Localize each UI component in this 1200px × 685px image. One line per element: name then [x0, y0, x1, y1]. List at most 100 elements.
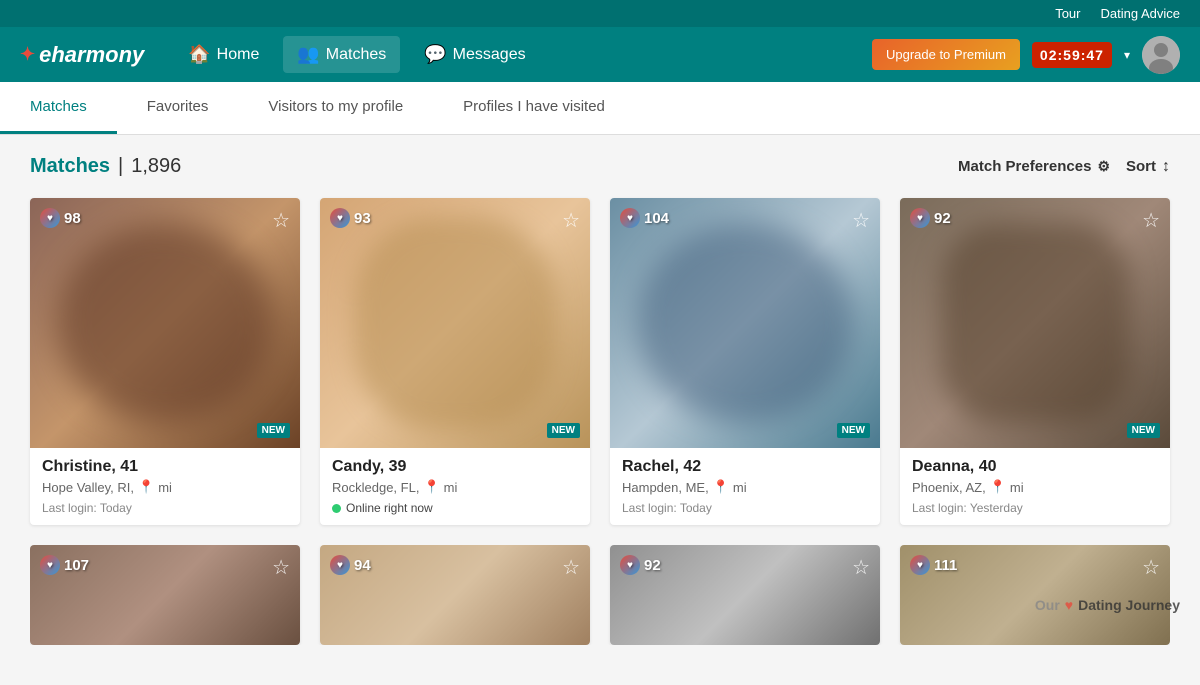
location-text-1: Rockledge, FL,: [332, 480, 419, 495]
heart-score-icon-r2-2: ♥: [620, 555, 640, 575]
location-pin-icon-3: 📍: [990, 479, 1006, 495]
profile-card-3[interactable]: ♥ 92 ☆ NEW Deanna, 40 Phoenix, AZ, 📍 mi …: [900, 198, 1170, 525]
card-info-3: Deanna, 40 Phoenix, AZ, 📍 mi Last login:…: [900, 448, 1170, 525]
card-login-3: Last login: Yesterday: [912, 501, 1158, 515]
card-score-1: ♥ 93: [330, 208, 371, 228]
card-score-r2-2: ♥ 92: [620, 555, 661, 575]
user-avatar[interactable]: [1142, 36, 1180, 74]
card-login-2: Last login: Today: [622, 501, 868, 515]
card-info-1: Candy, 39 Rockledge, FL, 📍 mi Online rig…: [320, 448, 590, 525]
card-location-2: Hampden, ME, 📍 mi: [622, 479, 868, 495]
logo: ✦ eharmony: [20, 42, 144, 68]
card-location-0: Hope Valley, RI, 📍 mi: [42, 479, 288, 495]
profile-card-1[interactable]: ♥ 93 ☆ NEW Candy, 39 Rockledge, FL, 📍 mi…: [320, 198, 590, 525]
score-value-0: 98: [64, 210, 81, 227]
nav-home[interactable]: 🏠 Home: [174, 36, 273, 73]
profile-card-r2-3[interactable]: ♥ 111 ☆: [900, 545, 1170, 645]
new-badge-0: NEW: [257, 423, 290, 438]
match-preferences-button[interactable]: Match Preferences ⚙: [958, 158, 1110, 175]
profile-card-r2-0[interactable]: ♥ 107 ☆: [30, 545, 300, 645]
location-pin-icon-2: 📍: [713, 479, 729, 495]
card-name-2: Rachel, 42: [622, 458, 868, 476]
card-name-0: Christine, 41: [42, 458, 288, 476]
header-actions: Match Preferences ⚙ Sort ↕: [958, 158, 1170, 176]
heart-score-icon-r2-0: ♥: [40, 555, 60, 575]
card-star-r2-1[interactable]: ☆: [562, 555, 580, 580]
card-star-2[interactable]: ☆: [852, 208, 870, 233]
heart-score-icon-0: ♥: [40, 208, 60, 228]
distance-label-1: mi: [444, 480, 458, 495]
online-text-1: Online right now: [346, 501, 433, 515]
card-score-r2-0: ♥ 107: [40, 555, 89, 575]
profile-card-r2-1[interactable]: ♥ 94 ☆: [320, 545, 590, 645]
nav-matches[interactable]: 👥 Matches: [283, 36, 400, 73]
heart-score-icon-2: ♥: [620, 208, 640, 228]
secondary-nav: Matches Favorites Visitors to my profile…: [0, 82, 1200, 135]
card-location-3: Phoenix, AZ, 📍 mi: [912, 479, 1158, 495]
dating-advice-link[interactable]: Dating Advice: [1101, 6, 1181, 21]
score-value-r2-2: 92: [644, 557, 661, 574]
upgrade-button[interactable]: Upgrade to Premium: [872, 39, 1020, 70]
card-score-r2-1: ♥ 94: [330, 555, 371, 575]
score-value-1: 93: [354, 210, 371, 227]
distance-label-0: mi: [158, 480, 172, 495]
tour-link[interactable]: Tour: [1055, 6, 1080, 21]
countdown-timer: 02:59:47: [1032, 42, 1112, 68]
profile-card-r2-2[interactable]: ♥ 92 ☆: [610, 545, 880, 645]
nav-right: Upgrade to Premium 02:59:47 ▾: [872, 36, 1180, 74]
score-value-r2-3: 111: [934, 557, 957, 574]
messages-icon: 💬: [424, 44, 446, 65]
tab-matches[interactable]: Matches: [0, 82, 117, 134]
matches-count: 1,896: [131, 155, 181, 178]
profile-cards-row2: ♥ 107 ☆ ♥ 94 ☆ ♥ 92: [30, 545, 1170, 645]
profile-card-2[interactable]: ♥ 104 ☆ NEW Rachel, 42 Hampden, ME, 📍 mi…: [610, 198, 880, 525]
logo-text: eharmony: [39, 42, 144, 68]
main-nav: 🏠 Home 👥 Matches 💬 Messages: [174, 36, 872, 73]
location-text-0: Hope Valley, RI,: [42, 480, 134, 495]
card-score-3: ♥ 92: [910, 208, 951, 228]
nav-messages[interactable]: 💬 Messages: [410, 36, 539, 73]
card-image-r2-0: ♥ 107 ☆: [30, 545, 300, 645]
card-image-r2-3: ♥ 111 ☆: [900, 545, 1170, 645]
heart-score-icon-1: ♥: [330, 208, 350, 228]
distance-label-2: mi: [733, 480, 747, 495]
sort-icon: ↕: [1162, 158, 1170, 176]
card-score-r2-3: ♥ 111: [910, 555, 957, 575]
card-star-r2-2[interactable]: ☆: [852, 555, 870, 580]
user-dropdown-arrow[interactable]: ▾: [1124, 48, 1130, 62]
matches-header: Matches | 1,896 Match Preferences ⚙ Sort…: [30, 155, 1170, 178]
heart-score-icon-r2-3: ♥: [910, 555, 930, 575]
watermark-text: Dating Journey: [1078, 597, 1180, 613]
watermark: Our ♥ Dating Journey: [1035, 597, 1180, 613]
online-dot-1: [332, 504, 341, 513]
score-value-2: 104: [644, 210, 669, 227]
card-info-2: Rachel, 42 Hampden, ME, 📍 mi Last login:…: [610, 448, 880, 525]
tab-visited[interactable]: Profiles I have visited: [433, 82, 635, 134]
location-pin-icon-1: 📍: [423, 479, 439, 495]
online-indicator-1: Online right now: [332, 501, 578, 515]
sort-button[interactable]: Sort ↕: [1126, 158, 1170, 176]
main-content: Matches | 1,896 Match Preferences ⚙ Sort…: [0, 135, 1200, 685]
card-image-r2-1: ♥ 94 ☆: [320, 545, 590, 645]
watermark-heart-icon: ♥: [1065, 597, 1073, 613]
score-value-r2-0: 107: [64, 557, 89, 574]
match-preferences-label: Match Preferences: [958, 158, 1091, 175]
card-star-r2-3[interactable]: ☆: [1142, 555, 1160, 580]
card-name-3: Deanna, 40: [912, 458, 1158, 476]
matches-title: Matches: [30, 155, 110, 178]
card-score-2: ♥ 104: [620, 208, 669, 228]
card-star-0[interactable]: ☆: [272, 208, 290, 233]
nav-home-label: Home: [217, 46, 260, 64]
heart-score-icon-3: ♥: [910, 208, 930, 228]
distance-label-3: mi: [1010, 480, 1024, 495]
card-star-r2-0[interactable]: ☆: [272, 555, 290, 580]
card-image-0: ♥ 98 ☆ NEW: [30, 198, 300, 448]
tab-favorites[interactable]: Favorites: [117, 82, 239, 134]
card-image-3: ♥ 92 ☆ NEW: [900, 198, 1170, 448]
matches-icon: 👥: [297, 44, 319, 65]
tab-visitors[interactable]: Visitors to my profile: [238, 82, 433, 134]
profile-card-0[interactable]: ♥ 98 ☆ NEW Christine, 41 Hope Valley, RI…: [30, 198, 300, 525]
card-star-1[interactable]: ☆: [562, 208, 580, 233]
location-text-3: Phoenix, AZ,: [912, 480, 986, 495]
card-star-3[interactable]: ☆: [1142, 208, 1160, 233]
